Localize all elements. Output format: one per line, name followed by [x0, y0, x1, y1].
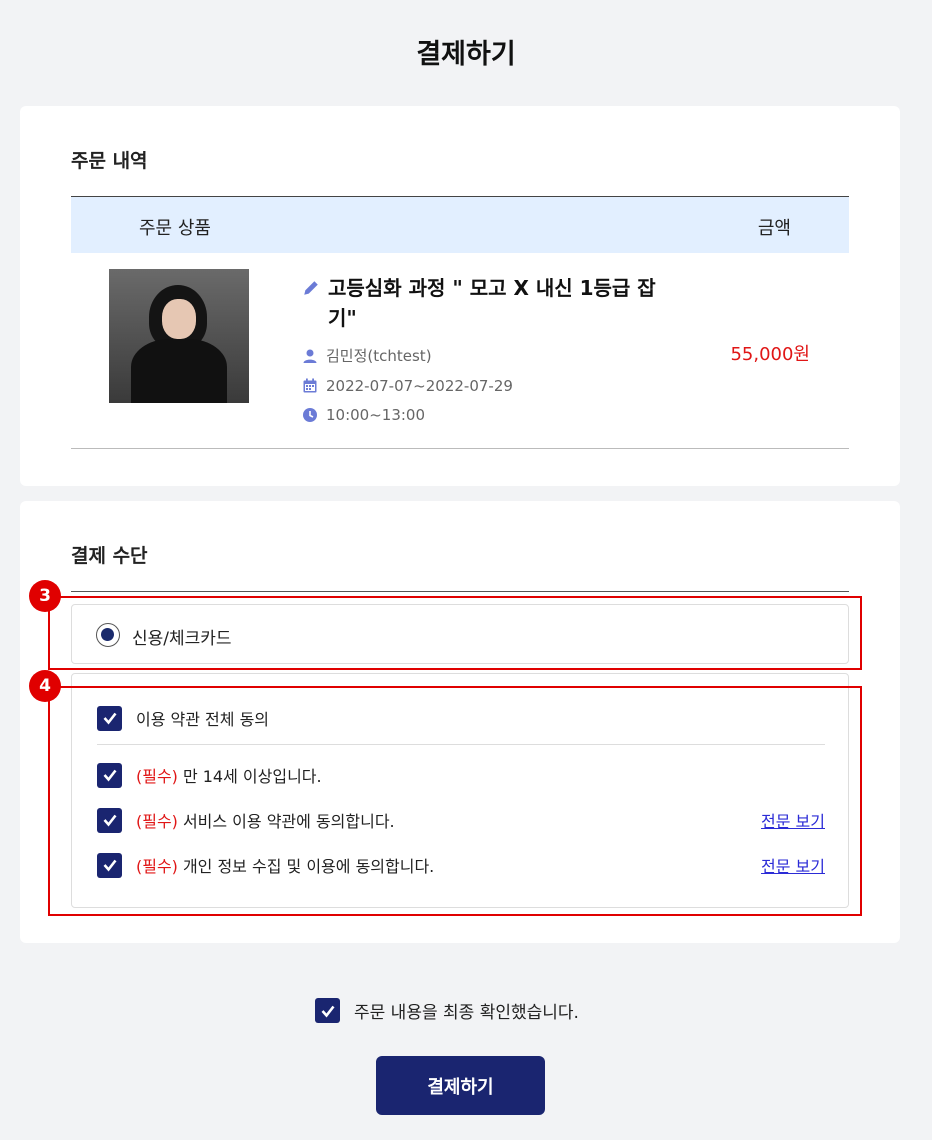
payment-section-title: 결제 수단	[71, 545, 148, 567]
user-icon	[303, 349, 317, 363]
product-name-row[interactable]: 고등심화 과정 " 모고 X 내신 1등급 잡기"	[302, 273, 662, 333]
clock-icon	[303, 408, 317, 422]
order-section-title: 주문 내역	[71, 150, 148, 172]
check-icon	[321, 1005, 335, 1018]
time-row: 10:00~13:00	[302, 406, 662, 424]
page-title: 결제하기	[416, 39, 516, 70]
final-confirm-label: 주문 내용을 최종 확인했습니다.	[354, 1003, 579, 1023]
final-confirm-checkbox[interactable]	[315, 998, 340, 1023]
pay-button[interactable]: 결제하기	[376, 1056, 545, 1115]
highlight-box-3	[48, 596, 862, 670]
teacher-row: 김민정(tchtest)	[302, 345, 662, 366]
column-product: 주문 상품	[139, 218, 211, 239]
final-confirm-row[interactable]: 주문 내용을 최종 확인했습니다.	[315, 998, 579, 1023]
calendar-icon	[303, 378, 317, 393]
highlight-box-4	[48, 686, 862, 916]
course-period: 2022-07-07~2022-07-29	[326, 377, 513, 395]
column-price: 금액	[757, 218, 791, 239]
divider	[71, 448, 849, 449]
teacher-name: 김민정(tchtest)	[326, 347, 432, 365]
annotation-badge-4: 4	[29, 670, 61, 702]
product-price: 55,000원	[730, 344, 810, 365]
pencil-icon	[304, 281, 318, 295]
product-thumbnail	[109, 269, 249, 403]
order-card: 주문 내역 주문 상품 금액 고등심화 과정 " 모고 X 내신 1등급 잡기"…	[20, 106, 900, 486]
period-row: 2022-07-07~2022-07-29	[302, 377, 662, 395]
order-table-header: 주문 상품 금액	[71, 196, 849, 253]
divider	[71, 591, 849, 592]
product-name[interactable]: 고등심화 과정 " 모고 X 내신 1등급 잡기"	[328, 273, 662, 333]
product-info: 고등심화 과정 " 모고 X 내신 1등급 잡기" 김민정(tchtest) 2…	[302, 273, 662, 424]
annotation-badge-3: 3	[29, 580, 61, 612]
course-time: 10:00~13:00	[326, 406, 426, 424]
